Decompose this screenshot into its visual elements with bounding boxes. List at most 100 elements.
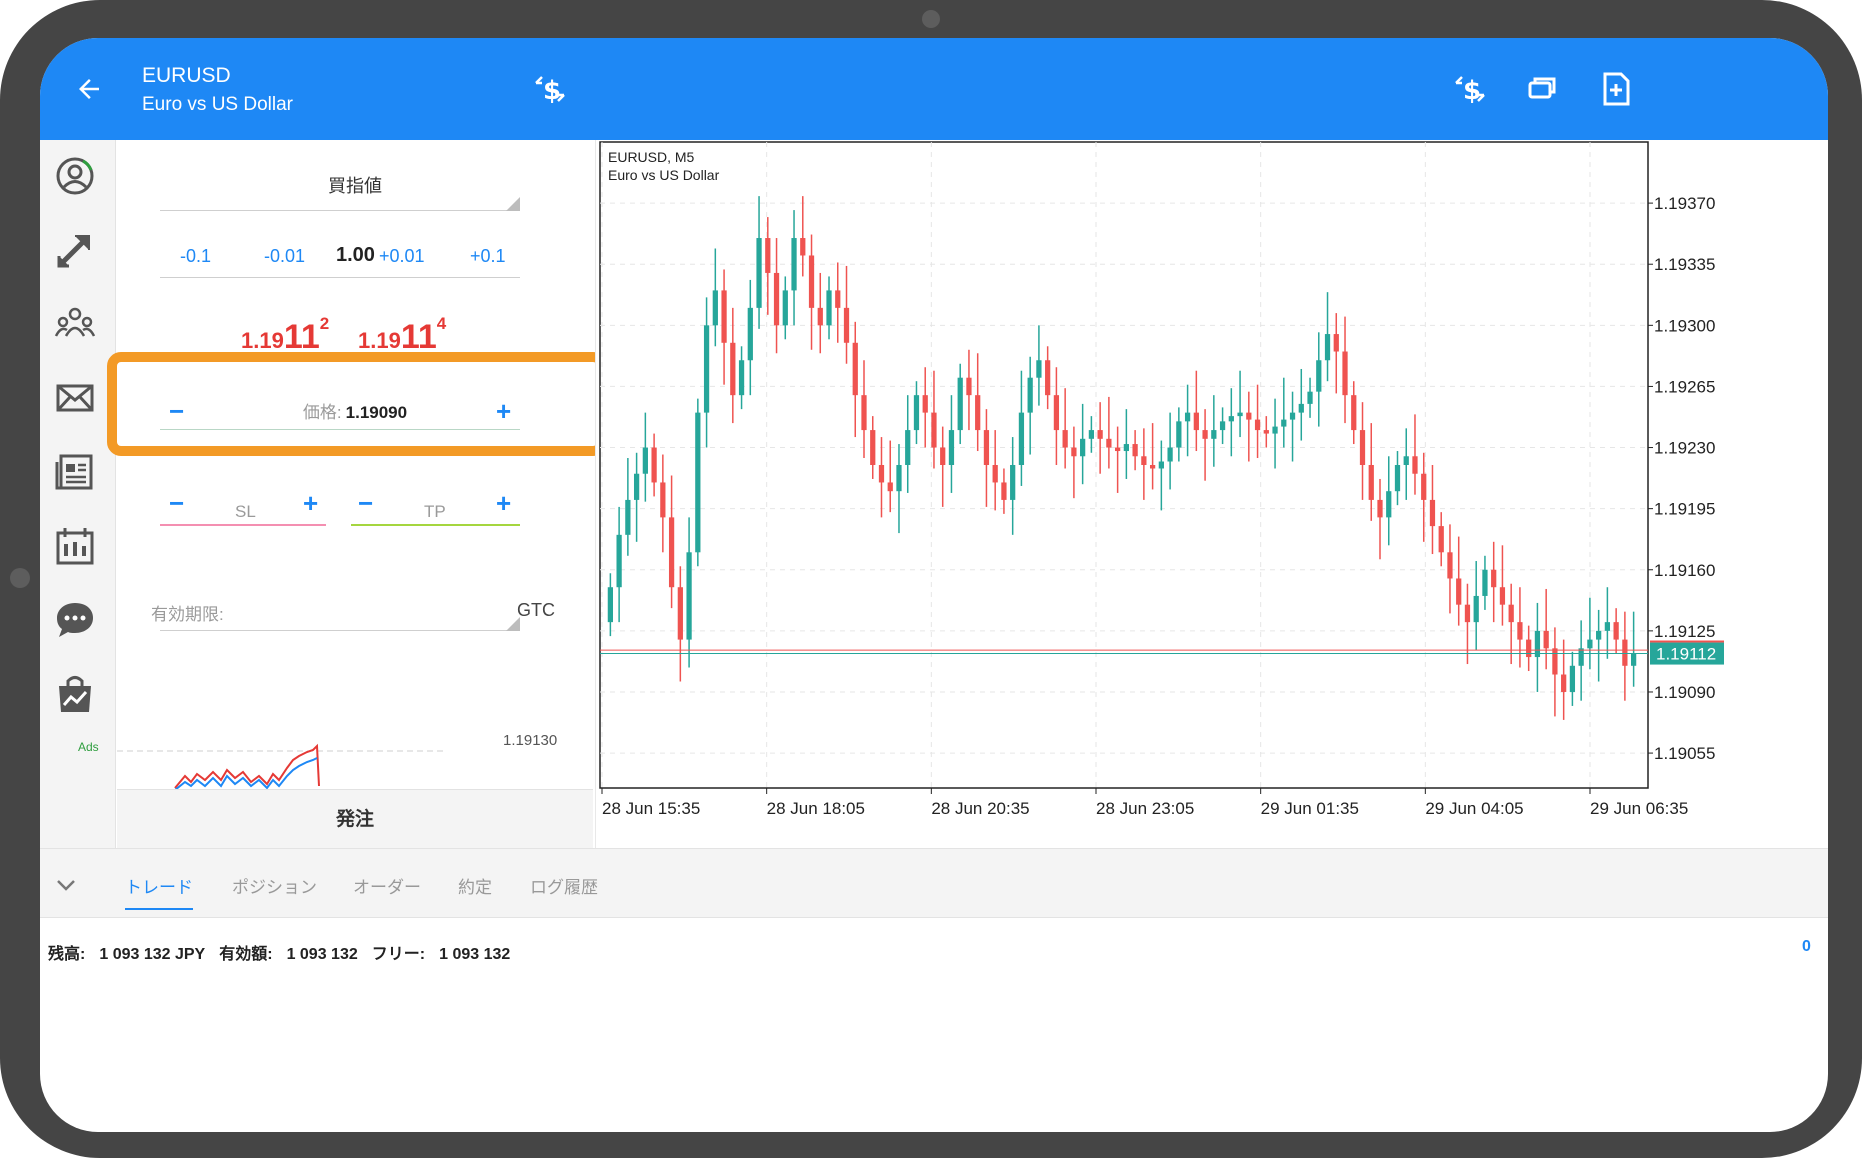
expiry-underline — [160, 630, 520, 631]
candle-body — [782, 290, 788, 326]
camera-dot — [922, 10, 940, 28]
back-arrow-icon[interactable] — [74, 74, 104, 104]
x-tick-label: 29 Jun 01:35 — [1261, 799, 1359, 818]
candle-body — [1281, 419, 1287, 427]
candle-body — [1517, 622, 1523, 640]
candle-body — [1018, 412, 1025, 465]
community-icon[interactable] — [53, 302, 97, 346]
price-chart[interactable]: EURUSD, M5 Euro vs US Dollar 1.19370 1.19… — [595, 140, 1828, 848]
calendar-icon[interactable] — [53, 524, 97, 568]
candle-body — [1342, 351, 1348, 396]
equity-value: 1 093 132 — [286, 946, 358, 963]
candle-body — [1429, 499, 1436, 527]
volume-plus-0.01[interactable]: +0.01 — [379, 246, 425, 267]
mail-icon[interactable] — [53, 376, 97, 420]
volume-minus-0.01[interactable]: -0.01 — [264, 246, 305, 267]
y-tick-label: 1.19160 — [1654, 561, 1715, 580]
free-margin-value: 1 093 132 — [439, 946, 511, 963]
svg-text:$: $ — [1463, 76, 1481, 106]
y-tick-label: 1.19335 — [1654, 255, 1715, 274]
candle-body — [896, 465, 902, 492]
ask-suffix: 4 — [436, 314, 447, 333]
trade-dollar-icon[interactable]: $ — [530, 69, 570, 109]
candle-body — [1526, 639, 1532, 658]
candle-body — [668, 517, 675, 588]
tab-orders[interactable]: オーダー — [353, 873, 421, 908]
candle-body — [616, 534, 622, 588]
trade-arrows-icon[interactable] — [53, 228, 97, 272]
candle-body — [1246, 412, 1252, 420]
candle-body — [642, 447, 648, 474]
account-summary: 残高: 1 093 132 JPY 有効額: 1 093 132 フリー: 1 093 1… — [48, 940, 524, 964]
candle-body — [1237, 412, 1243, 417]
order-type-underline — [160, 210, 520, 211]
x-tick-label: 29 Jun 04:05 — [1425, 799, 1523, 818]
candle-body — [948, 430, 955, 465]
tab-positions[interactable]: ポジション — [232, 873, 317, 908]
candle-body — [870, 430, 876, 465]
candle-body — [1491, 569, 1497, 588]
candle-body — [1045, 360, 1051, 396]
quick-trade-icon[interactable]: $ — [1450, 69, 1490, 109]
candle-body — [1412, 456, 1418, 474]
window-switch-icon[interactable] — [1522, 69, 1562, 109]
symbol-description: Euro vs US Dollar — [142, 94, 293, 115]
news-icon[interactable] — [53, 450, 97, 494]
tp-underline — [351, 524, 520, 526]
order-panel: 買指値 -0.1 -0.01 1.00 +0.01 +0.1 1.19112 1… — [107, 140, 607, 849]
ask-prefix: 1.19 — [358, 328, 401, 353]
tab-log-history[interactable]: ログ履歴 — [530, 873, 598, 908]
volume-value[interactable]: 1.00 — [336, 244, 375, 267]
candle-body — [1394, 465, 1401, 492]
candle-body — [931, 412, 937, 448]
candle-body — [1053, 395, 1060, 431]
order-type-select[interactable]: 買指値 — [117, 172, 593, 198]
candle-body — [712, 290, 718, 326]
y-tick-label: 1.19090 — [1654, 683, 1715, 702]
ads-label: Ads — [78, 740, 99, 754]
chart-subtitle: Euro vs US Dollar — [608, 167, 720, 183]
chart-title: EURUSD, M5 — [608, 149, 695, 165]
expiry-corner-icon — [506, 617, 520, 631]
candle-body — [1333, 334, 1339, 352]
candle-body — [1193, 412, 1199, 431]
tp-plus-button[interactable]: + — [496, 490, 511, 516]
price-field[interactable]: 価格: 1.19090 — [117, 398, 593, 423]
candle-body — [1552, 648, 1558, 675]
candle-body — [677, 587, 683, 640]
candle-body — [1115, 447, 1121, 452]
candle-body — [1010, 465, 1016, 500]
x-tick-label: 28 Jun 23:05 — [1096, 799, 1194, 818]
candle-body — [1219, 421, 1226, 431]
candle-body — [1604, 622, 1611, 631]
chat-icon[interactable] — [53, 598, 97, 642]
sl-plus-button[interactable]: + — [303, 490, 318, 516]
candle-body — [1272, 426, 1278, 434]
submit-order-button[interactable]: 発注 — [117, 789, 593, 849]
new-order-icon[interactable] — [1596, 69, 1636, 109]
volume-minus-0.1[interactable]: -0.1 — [180, 246, 211, 267]
candle-body — [983, 430, 990, 465]
tab-deals[interactable]: 約定 — [458, 873, 492, 908]
candle-body — [633, 473, 640, 500]
candlestick-chart[interactable]: EURUSD, M5 Euro vs US Dollar 1.19370 1.19… — [596, 140, 1828, 848]
x-tick-label: 28 Jun 20:35 — [931, 799, 1029, 818]
candle-body — [1254, 419, 1261, 431]
sl-field[interactable]: SL — [235, 502, 256, 522]
candle-body — [625, 499, 631, 535]
tp-minus-button[interactable]: − — [358, 490, 373, 516]
app-screen: EURUSD Euro vs US Dollar $ $ Ads 買指値 -0.… — [40, 38, 1828, 1132]
sl-minus-button[interactable]: − — [169, 490, 184, 516]
volume-plus-0.1[interactable]: +0.1 — [470, 246, 506, 267]
expiry-select[interactable]: GTC — [517, 600, 555, 621]
price-plus-button[interactable]: + — [496, 398, 511, 424]
tab-trade[interactable]: トレード — [125, 873, 193, 910]
market-bag-icon[interactable] — [53, 672, 97, 716]
chevron-down-icon[interactable] — [54, 873, 78, 897]
tp-field[interactable]: TP — [424, 502, 446, 522]
candle-body — [1622, 639, 1628, 666]
orders-count: 0 — [1802, 938, 1811, 955]
account-icon[interactable] — [53, 154, 97, 198]
mini-chart-price: 1.19130 — [503, 732, 558, 749]
candle-body — [1508, 604, 1514, 623]
